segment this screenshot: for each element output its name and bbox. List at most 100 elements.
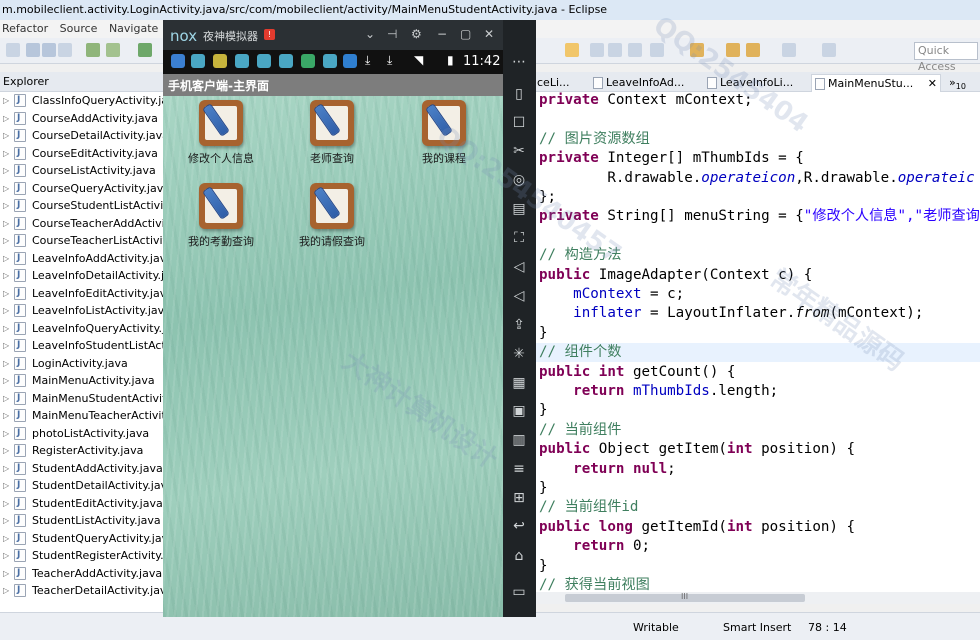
explorer-file-item[interactable]: ▷ CourseTeacherAddActivity.java (0, 215, 163, 232)
fullscreen-icon[interactable]: ⛶ (509, 228, 529, 248)
home-icon[interactable]: ⊞ (509, 488, 529, 508)
explorer-file-item[interactable]: ▷ StudentListActivity.java (0, 512, 163, 529)
next-annotation-icon[interactable] (690, 43, 704, 57)
explorer-file-item[interactable]: ▷ LoginActivity.java (0, 355, 163, 372)
explorer-file-item[interactable]: ▷ CourseStudentListActivity.java (0, 197, 163, 214)
expand-arrow-icon[interactable]: ▷ (3, 127, 9, 144)
explorer-file-item[interactable]: ▷ StudentEditActivity.java (0, 495, 163, 512)
more-icon[interactable]: ⋯ (509, 52, 529, 72)
back-icon[interactable]: ↩ (509, 516, 529, 536)
expand-arrow-icon[interactable]: ▷ (3, 215, 9, 232)
prev-annotation-icon[interactable] (726, 43, 740, 57)
expand-arrow-icon[interactable]: ▷ (3, 495, 9, 512)
multi-instance-icon[interactable]: ▥ (509, 430, 529, 450)
expand-arrow-icon[interactable]: ▷ (3, 302, 9, 319)
menu-item-edit-profile[interactable]: 修改个人信息 (165, 100, 265, 166)
explorer-file-item[interactable]: ▷ LeaveInfoDetailActivity.java (0, 267, 163, 284)
editor-tab-2[interactable]: LeaveInfoAd... (590, 74, 700, 92)
loading-icon[interactable]: ✳ (509, 344, 529, 364)
download-icon[interactable] (86, 43, 100, 57)
explorer-file-item[interactable]: ▷ CourseAddActivity.java (0, 110, 163, 127)
expand-arrow-icon[interactable]: ▷ (3, 407, 9, 424)
forward-icon[interactable] (782, 43, 796, 57)
recent-apps-icon[interactable]: ▭ (509, 582, 529, 602)
checkbox-icon[interactable] (138, 43, 152, 57)
trash-icon[interactable]: ▯ (509, 84, 529, 104)
expand-arrow-icon[interactable]: ▷ (3, 477, 9, 494)
close-icon[interactable]: ✕ (928, 75, 937, 93)
video-icon[interactable]: ▣ (509, 401, 529, 421)
open-perspective-icon[interactable] (822, 43, 836, 57)
explorer-file-item[interactable]: ▷ photoListActivity.java (0, 425, 163, 442)
save-all-icon[interactable] (42, 43, 56, 57)
menu-refactor[interactable]: Refactor (0, 20, 54, 38)
save-icon[interactable] (26, 43, 40, 57)
explorer-file-item[interactable]: ▷ ClassInfoQueryActivity.java (0, 92, 163, 109)
close-icon[interactable]: ✕ (484, 27, 494, 41)
explorer-file-item[interactable]: ▷ TeacherAddActivity.java (0, 565, 163, 582)
maximize-icon[interactable]: ▢ (460, 27, 471, 41)
expand-arrow-icon[interactable]: ▷ (3, 565, 9, 582)
explorer-file-item[interactable]: ▷ StudentQueryActivity.java (0, 530, 163, 547)
explorer-file-item[interactable]: ▷ MainMenuActivity.java (0, 372, 163, 389)
highlight-icon[interactable] (565, 43, 579, 57)
location-icon[interactable]: ◎ (509, 170, 529, 190)
show-whitespace-icon[interactable] (608, 43, 622, 57)
menu-item-teacher-query[interactable]: 老师查询 (276, 100, 376, 166)
expand-arrow-icon[interactable]: ▷ (3, 197, 9, 214)
chevron-down-icon[interactable]: ⌄ (365, 27, 375, 41)
explorer-file-item[interactable]: ▷ LeaveInfoStudentListActivity.java (0, 337, 163, 354)
code-editor[interactable]: private Context mContext; // 图片资源数组 privat… (535, 92, 980, 602)
expand-arrow-icon[interactable]: ▷ (3, 250, 9, 267)
explorer-file-item[interactable]: ▷ CourseDetailActivity.java (0, 127, 163, 144)
explorer-file-item[interactable]: ▷ LeaveInfoQueryActivity.java (0, 320, 163, 337)
expand-arrow-icon[interactable]: ▷ (3, 530, 9, 547)
volume-down-icon[interactable]: ◁ (509, 286, 529, 306)
pin-icon[interactable]: ⊣ (387, 27, 397, 41)
expand-arrow-icon[interactable]: ▷ (3, 320, 9, 337)
explorer-file-item[interactable]: ▷ MainMenuTeacherActivity.java (0, 407, 163, 424)
expand-arrow-icon[interactable]: ▷ (3, 547, 9, 564)
expand-arrow-icon[interactable]: ▷ (3, 355, 9, 372)
expand-arrow-icon[interactable]: ▷ (3, 285, 9, 302)
menu-source[interactable]: Source (58, 20, 104, 38)
expand-arrow-icon[interactable]: ▷ (3, 512, 9, 529)
expand-arrow-icon[interactable]: ▷ (3, 425, 9, 442)
expand-arrow-icon[interactable]: ▷ (3, 442, 9, 459)
menu-item-leave-query[interactable]: 我的请假查询 (276, 183, 376, 249)
keyboard-icon[interactable]: ▤ (509, 199, 529, 219)
explorer-file-item[interactable]: ▷ CourseEditActivity.java (0, 145, 163, 162)
block-icon[interactable] (628, 43, 642, 57)
expand-arrow-icon[interactable]: ▷ (3, 460, 9, 477)
android-sdk-icon[interactable] (106, 43, 120, 57)
explorer-file-item[interactable]: ▷ MainMenuStudentActivity.java (0, 390, 163, 407)
explorer-file-item[interactable]: ▷ LeaveInfoListActivity.java (0, 302, 163, 319)
expand-arrow-icon[interactable]: ▷ (3, 582, 9, 599)
explorer-file-item[interactable]: ▷ StudentDetailActivity.java (0, 477, 163, 494)
new-icon[interactable] (6, 43, 20, 57)
expand-arrow-icon[interactable]: ▷ (3, 92, 9, 109)
menu-navigate[interactable]: Navigate (107, 20, 164, 38)
explorer-file-item[interactable]: ▷ LeaveInfoEditActivity.java (0, 285, 163, 302)
explorer-file-item[interactable]: ▷ StudentAddActivity.java (0, 460, 163, 477)
explorer-file-item[interactable]: ▷ LeaveInfoAddActivity.java (0, 250, 163, 267)
print-icon[interactable] (58, 43, 72, 57)
explorer-file-item[interactable]: ▷ StudentRegisterActivity.java (0, 547, 163, 564)
apk-install-icon[interactable]: ⇪ (509, 315, 529, 335)
scissors-icon[interactable]: ✂ (509, 141, 529, 161)
explorer-tab[interactable]: Explorer (0, 72, 163, 92)
explorer-file-item[interactable]: ▷ CourseTeacherListActivity.java (0, 232, 163, 249)
toggle-icon[interactable] (590, 43, 604, 57)
expand-arrow-icon[interactable]: ▷ (3, 390, 9, 407)
expand-arrow-icon[interactable]: ▷ (3, 180, 9, 197)
menu-item-attendance-query[interactable]: 我的考勤查询 (165, 183, 265, 249)
screenshot-icon[interactable]: ▦ (509, 373, 529, 393)
menu-item-my-courses[interactable]: 我的课程 (388, 100, 488, 166)
explorer-file-item[interactable]: ▷ TeacherDetailActivity.java (0, 582, 163, 599)
gear-icon[interactable]: ⚙ (411, 27, 422, 41)
android-home-icon[interactable]: ⌂ (509, 546, 529, 566)
explorer-file-item[interactable]: ▷ CourseListActivity.java (0, 162, 163, 179)
menu-icon[interactable]: ≡ (509, 459, 529, 479)
expand-arrow-icon[interactable]: ▷ (3, 110, 9, 127)
expand-arrow-icon[interactable]: ▷ (3, 145, 9, 162)
